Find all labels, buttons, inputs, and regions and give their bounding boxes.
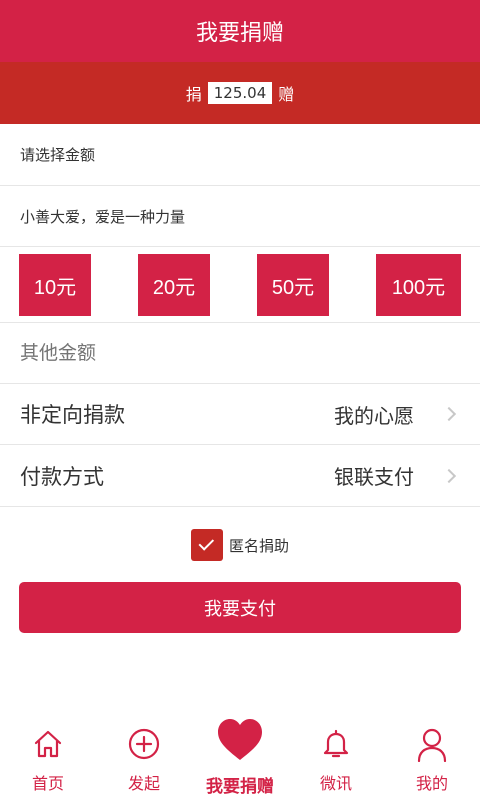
- amount-prefix: 捐: [185, 85, 202, 104]
- donation-type-selector: 我的心愿: [334, 400, 460, 429]
- donation-type-value: 我的心愿: [334, 403, 414, 428]
- bell-icon: [323, 729, 349, 758]
- amount-100-button[interactable]: 100元: [376, 254, 461, 316]
- heart-icon: [218, 719, 262, 760]
- tab-news[interactable]: 微讯: [288, 712, 384, 800]
- home-icon: [34, 730, 62, 758]
- chevron-right-icon: [441, 406, 457, 422]
- donation-type-label: 非定向捐款: [20, 403, 125, 427]
- amount-options: 10元 20元 50元 100元: [0, 247, 480, 323]
- other-amount-input[interactable]: [20, 342, 460, 364]
- select-amount-row: 请选择金额: [0, 124, 480, 186]
- tab-launch[interactable]: 发起: [96, 712, 192, 800]
- donation-type-row[interactable]: 非定向捐款 我的心愿: [0, 384, 480, 445]
- amount-50-button[interactable]: 50元: [257, 254, 329, 316]
- bottom-tab-bar: 首页 发起 我要捐赠 微讯 我的: [0, 712, 480, 800]
- tab-home[interactable]: 首页: [0, 712, 96, 800]
- chevron-right-icon: [441, 468, 457, 483]
- slogan-text: 小善大爱，爱是一种力量: [20, 207, 186, 226]
- pay-button[interactable]: 我要支付: [19, 582, 461, 633]
- payment-method-row[interactable]: 付款方式 银联支付: [0, 445, 480, 507]
- checkmark-icon: [198, 535, 215, 551]
- other-amount-row: [0, 323, 480, 384]
- tab-mine[interactable]: 我的: [384, 712, 480, 800]
- plus-circle-icon: [128, 728, 160, 760]
- anonymous-label: 匿名捐助: [228, 536, 289, 555]
- anonymous-checkbox[interactable]: [190, 529, 223, 561]
- tab-donate[interactable]: 我要捐赠: [192, 712, 288, 800]
- payment-method-selector: 银联支付: [334, 461, 460, 490]
- user-icon: [417, 728, 447, 762]
- payment-method-label: 付款方式: [20, 464, 104, 489]
- payment-method-value: 银联支付: [334, 465, 414, 489]
- donation-amount-bar: 捐 125.04 赠: [0, 62, 480, 124]
- tab-donate-label: 我要捐赠: [206, 777, 274, 797]
- tab-home-label: 首页: [31, 774, 64, 793]
- amount-value: 125.04: [207, 82, 273, 104]
- select-amount-label: 请选择金额: [20, 146, 96, 164]
- amount-10-button[interactable]: 10元: [19, 254, 91, 316]
- title-bar: 我要捐赠: [0, 0, 480, 62]
- anonymous-option: 匿名捐助: [0, 526, 480, 564]
- amount-20-button[interactable]: 20元: [138, 254, 210, 316]
- amount-suffix: 赠: [278, 85, 295, 104]
- page-title: 我要捐赠: [195, 21, 284, 46]
- slogan-row: 小善大爱，爱是一种力量: [0, 186, 480, 247]
- tab-news-label: 微讯: [319, 774, 352, 793]
- tab-launch-label: 发起: [127, 774, 160, 793]
- tab-mine-label: 我的: [415, 774, 448, 793]
